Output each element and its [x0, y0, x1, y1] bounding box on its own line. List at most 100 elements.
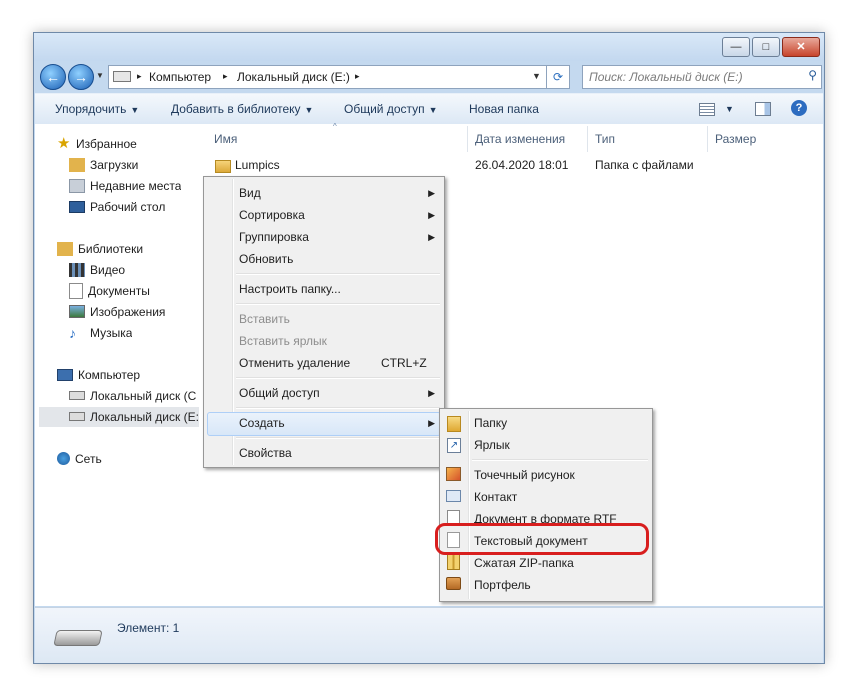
nav-libraries[interactable]: Библиотеки	[57, 239, 143, 259]
nav-desktop[interactable]: Рабочий стол	[69, 197, 165, 217]
file-type: Папка с файлами	[595, 158, 694, 172]
search-placeholder: Поиск: Локальный диск (E:)	[589, 70, 743, 84]
recent-places-icon	[69, 178, 85, 193]
sort-indicator-icon: ^	[333, 122, 337, 131]
menu-item-label: Настроить папку...	[239, 282, 341, 296]
documents-icon	[69, 282, 83, 299]
chevron-down-icon: ▼	[304, 105, 314, 115]
address-bar[interactable]: ▸ Компьютер ▸ Локальный диск (E:) ▸ ▼	[108, 65, 566, 89]
column-header-size[interactable]: Размер	[715, 132, 756, 146]
column-divider[interactable]	[707, 126, 708, 152]
nav-network[interactable]: Сеть	[57, 449, 102, 469]
new-folder-button[interactable]: Новая папка	[469, 102, 539, 116]
column-header-name[interactable]: Имя	[214, 132, 237, 146]
view-options-icon[interactable]	[699, 103, 715, 116]
title-bar: — □ ✕	[34, 33, 824, 61]
breadcrumb-local-disk[interactable]: Локальный диск (E:)	[237, 70, 350, 84]
close-button[interactable]: ✕	[782, 37, 820, 57]
nav-recent-places[interactable]: Недавние места	[69, 176, 181, 196]
column-header-date[interactable]: Дата изменения	[475, 132, 565, 146]
menu-item-new[interactable]: Создать ▶	[239, 412, 435, 434]
menu-item-label: Создать	[239, 416, 285, 430]
menu-item-refresh[interactable]: Обновить	[239, 248, 435, 270]
nav-label: Локальный диск (C	[90, 389, 197, 403]
breadcrumb-computer[interactable]: Компьютер	[149, 70, 211, 84]
bitmap-icon	[446, 467, 461, 481]
view-dropdown-icon[interactable]: ▼	[725, 104, 734, 114]
column-header-type[interactable]: Тип	[595, 132, 615, 146]
zip-folder-icon	[447, 554, 460, 570]
menu-item-view[interactable]: Вид ▶	[239, 182, 435, 204]
maximize-button[interactable]: □	[752, 37, 780, 57]
nav-music[interactable]: ♪ Музыка	[69, 323, 132, 343]
pictures-icon	[69, 305, 85, 319]
menu-separator	[236, 377, 440, 379]
add-to-library-button[interactable]: Добавить в библиотеку ▼	[171, 102, 313, 116]
refresh-icon[interactable]: ⟳	[546, 65, 570, 89]
nav-favorites[interactable]: ★ Избранное	[57, 134, 137, 154]
breadcrumb-separator[interactable]: ▸	[137, 71, 142, 82]
computer-icon	[57, 368, 73, 381]
chevron-down-icon: ▼	[428, 105, 438, 115]
nav-downloads[interactable]: Загрузки	[69, 155, 138, 175]
submenu-item-contact[interactable]: Контакт	[474, 486, 644, 508]
nav-computer[interactable]: Компьютер	[57, 365, 140, 385]
menu-item-label: Свойства	[239, 446, 292, 460]
organize-button[interactable]: Упорядочить ▼	[55, 102, 139, 116]
briefcase-icon	[446, 577, 461, 590]
back-arrow-icon[interactable]: ←	[40, 64, 66, 90]
menu-item-label: Обновить	[239, 252, 294, 266]
column-divider[interactable]	[467, 126, 468, 152]
nav-label: Загрузки	[90, 158, 139, 172]
chevron-down-icon: ▼	[130, 105, 140, 115]
breadcrumb-separator[interactable]: ▸	[223, 71, 228, 82]
forward-arrow-icon[interactable]: →	[68, 64, 94, 90]
menu-item-group[interactable]: Группировка ▶	[239, 226, 435, 248]
menu-item-paste[interactable]: Вставить	[239, 308, 435, 330]
menu-item-customize-folder[interactable]: Настроить папку...	[239, 278, 435, 300]
nav-label: Компьютер	[78, 368, 141, 382]
menu-item-label: Вставить ярлык	[239, 334, 327, 348]
search-icon[interactable]: ⚲	[808, 68, 817, 82]
submenu-item-folder[interactable]: Папку	[474, 412, 644, 434]
nav-local-disk-c[interactable]: Локальный диск (C	[69, 386, 199, 406]
minimize-button[interactable]: —	[722, 37, 750, 57]
nav-label: Сеть	[75, 452, 102, 466]
status-text: Элемент: 1	[117, 621, 180, 635]
share-button[interactable]: Общий доступ ▼	[344, 102, 438, 116]
command-bar: Упорядочить ▼ Добавить в библиотеку ▼ Общи…	[35, 93, 823, 125]
column-divider[interactable]	[587, 126, 588, 152]
menu-separator	[236, 303, 440, 305]
address-dropdown-icon[interactable]: ▼	[532, 71, 541, 81]
desktop-icon	[69, 200, 85, 213]
menu-item-undo-delete[interactable]: Отменить удаление CTRL+Z	[239, 352, 435, 374]
share-label: Общий доступ	[344, 102, 425, 116]
nav-local-disk-e[interactable]: Локальный диск (E:	[39, 407, 199, 427]
nav-label: Музыка	[90, 326, 133, 340]
menu-separator	[236, 407, 440, 409]
history-dropdown-icon[interactable]: ▼	[96, 71, 104, 80]
contact-icon	[446, 490, 461, 502]
shortcut-icon: ↗	[447, 438, 461, 453]
create-submenu: Папку ↗ Ярлык Точечный рисунок Контакт Д…	[439, 408, 653, 602]
submenu-item-shortcut[interactable]: Ярлык	[474, 434, 644, 456]
preview-pane-icon[interactable]	[755, 102, 771, 116]
search-input[interactable]: Поиск: Локальный диск (E:) ⚲	[582, 65, 822, 89]
submenu-item-briefcase[interactable]: Портфель	[474, 574, 644, 596]
menu-item-share[interactable]: Общий доступ ▶	[239, 382, 435, 404]
nav-pictures[interactable]: Изображения	[69, 302, 165, 322]
submenu-arrow-icon: ▶	[428, 418, 435, 428]
menu-item-sort[interactable]: Сортировка ▶	[239, 204, 435, 226]
menu-item-paste-shortcut[interactable]: Вставить ярлык	[239, 330, 435, 352]
submenu-item-zip[interactable]: Сжатая ZIP-папка	[474, 552, 644, 574]
breadcrumb-separator[interactable]: ▸	[355, 71, 360, 82]
submenu-item-bitmap[interactable]: Точечный рисунок	[474, 464, 644, 486]
menu-item-label: Вставить	[239, 312, 290, 326]
menu-separator	[236, 437, 440, 439]
menu-item-properties[interactable]: Свойства	[239, 442, 435, 464]
help-icon[interactable]: ?	[791, 100, 807, 116]
menu-item-label: Вид	[239, 186, 261, 200]
nav-label: Недавние места	[90, 179, 182, 193]
nav-video[interactable]: Видео	[69, 260, 125, 280]
nav-documents[interactable]: Документы	[69, 281, 150, 301]
